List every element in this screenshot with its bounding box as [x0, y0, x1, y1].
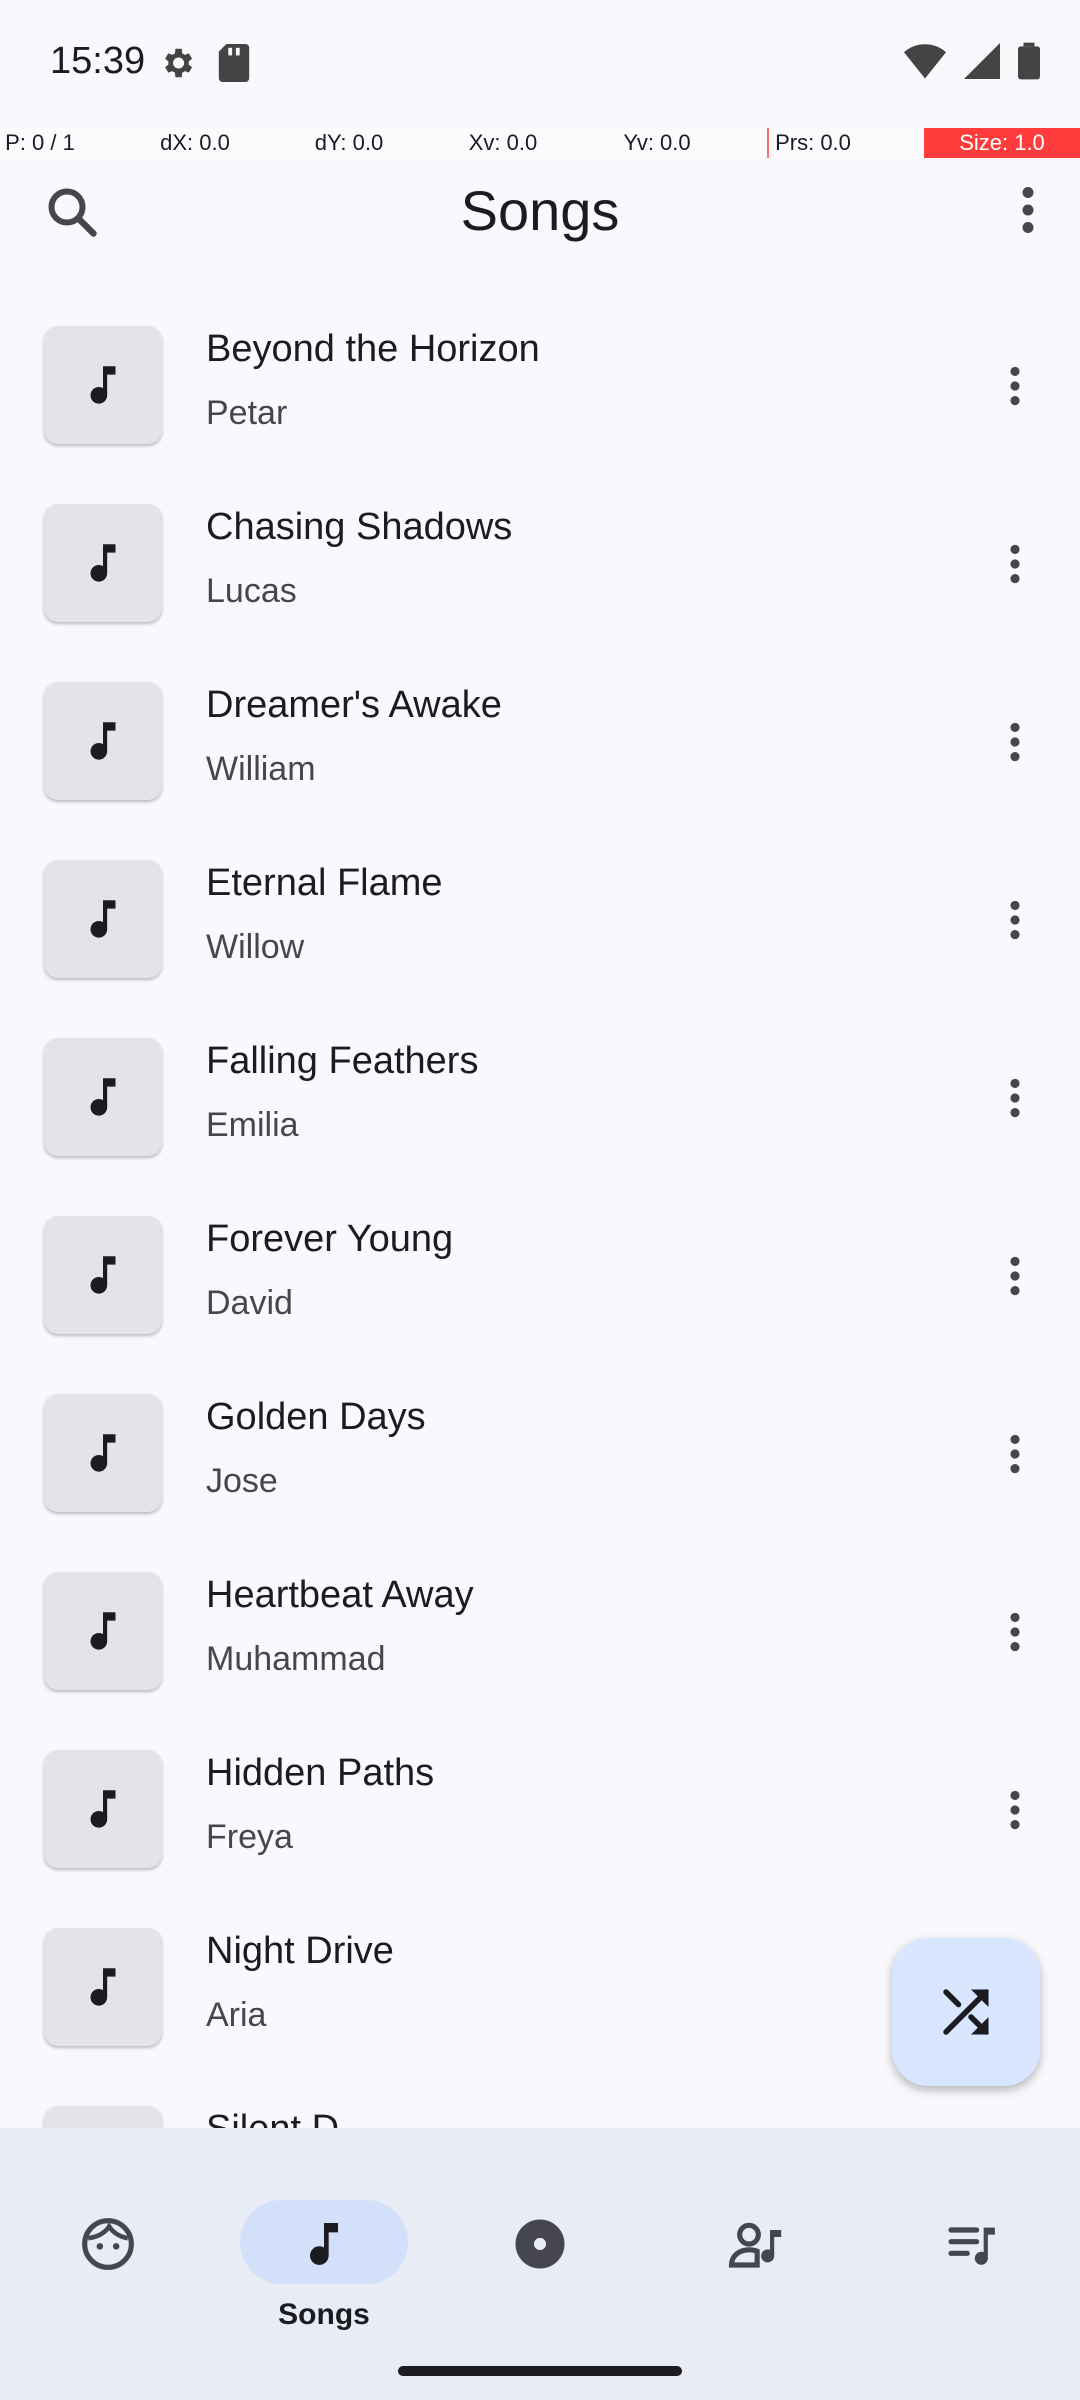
more-vert-icon[interactable] [990, 356, 1040, 416]
song-artist: Muhammad [206, 1640, 386, 1678]
music-note-icon [90, 900, 116, 938]
battery-icon [1018, 42, 1040, 80]
song-artist: David [206, 1284, 293, 1322]
song-list[interactable]: Beyond the Horizon Petar Chasing Shadows Lu… [0, 300, 1080, 2128]
music-note-icon [90, 366, 116, 404]
song-title: Falling Feathers [206, 1040, 479, 1082]
song-artwork [44, 860, 162, 978]
song-title: Beyond the Horizon [206, 328, 540, 370]
shuffle-button[interactable] [892, 1938, 1040, 2086]
debug-yv: Yv: 0.0 [623, 130, 691, 155]
debug-pressure: Prs: 0.0 [775, 130, 851, 155]
top-app-bar: Songs [0, 158, 1080, 266]
nav-item-albums[interactable] [432, 2168, 648, 2328]
song-artwork [44, 504, 162, 622]
album-icon [515, 2219, 565, 2269]
nav-item-songs[interactable]: Songs [216, 2168, 432, 2331]
song-artwork [44, 2106, 162, 2128]
music-note-icon [90, 1078, 116, 1116]
song-artwork [44, 1038, 162, 1156]
song-artist: Lucas [206, 572, 297, 610]
nav-item-playlists[interactable] [864, 2168, 1080, 2328]
music-note-icon [90, 1256, 116, 1294]
settings-gear-icon [165, 48, 193, 78]
sd-card-icon [218, 44, 250, 82]
shuffle-icon [943, 1989, 989, 2035]
song-title: Heartbeat Away [206, 1574, 474, 1616]
song-artist: Freya [206, 1818, 293, 1856]
song-title: Hidden Paths [206, 1752, 435, 1794]
song-title: Eternal Flame [206, 862, 443, 904]
song-row[interactable]: Hidden Paths Freya [0, 1724, 1080, 1902]
song-title: Forever Young [206, 1218, 454, 1260]
music-note-icon [90, 1968, 116, 2006]
song-artwork [44, 682, 162, 800]
bottom-navigation: Songs [0, 2128, 1080, 2400]
more-vert-icon[interactable] [990, 1424, 1040, 1484]
song-artist: Emilia [206, 1106, 299, 1144]
song-row[interactable]: Eternal Flame Willow [0, 834, 1080, 1012]
song-artist: Jose [206, 1462, 278, 1500]
debug-pointer-count: P: 0 / 1 [5, 130, 75, 155]
song-title: Dreamer's Awake [206, 684, 502, 726]
music-note-icon [90, 1434, 116, 1472]
song-artwork [44, 326, 162, 444]
song-artwork [44, 1572, 162, 1690]
debug-dy: dY: 0.0 [314, 130, 384, 155]
music-note-icon [90, 722, 116, 760]
song-row[interactable]: Silent D [0, 2080, 1080, 2128]
music-note-icon [90, 544, 116, 582]
more-vert-icon[interactable] [990, 534, 1040, 594]
song-row[interactable]: Dreamer's Awake William [0, 656, 1080, 834]
music-note-icon [310, 2223, 338, 2265]
song-title: Golden Days [206, 1396, 426, 1438]
nav-item-faces[interactable] [0, 2168, 216, 2328]
song-row[interactable]: Golden Days Jose [0, 1368, 1080, 1546]
song-row[interactable]: Heartbeat Away Muhammad [0, 1546, 1080, 1724]
pointer-location-overlay: P: 0 / 1 dX: 0.0 dY: 0.0 Xv: 0.0 Yv: 0.0… [0, 128, 1080, 158]
song-artwork [44, 1928, 162, 2046]
song-artwork [44, 1750, 162, 1868]
more-vert-icon[interactable] [990, 1602, 1040, 1662]
debug-size: Size: 1.0 [924, 128, 1080, 158]
artist-icon [728, 2222, 782, 2268]
more-vert-icon[interactable] [998, 180, 1058, 240]
status-time: 15:39 [50, 40, 146, 82]
more-vert-icon[interactable] [990, 1246, 1040, 1306]
more-vert-icon[interactable] [990, 1780, 1040, 1840]
page-title: Songs [460, 179, 620, 242]
song-row[interactable]: Falling Feathers Emilia [0, 1012, 1080, 1190]
song-row[interactable]: Beyond the Horizon Petar [0, 300, 1080, 478]
more-vert-icon[interactable] [990, 1068, 1040, 1128]
song-row[interactable]: Chasing Shadows Lucas [0, 478, 1080, 656]
song-title: Silent D [206, 2108, 339, 2128]
cell-signal-icon [964, 43, 1000, 79]
music-note-icon [90, 1790, 116, 1828]
nav-item-artists[interactable] [648, 2168, 864, 2328]
more-vert-icon[interactable] [990, 712, 1040, 772]
home-indicator [398, 2366, 682, 2376]
song-artist: Willow [206, 928, 305, 966]
song-title: Night Drive [206, 1930, 394, 1972]
debug-dx: dX: 0.0 [160, 130, 230, 155]
wifi-icon [904, 44, 946, 79]
playlist-icon [948, 2227, 995, 2265]
music-note-icon [90, 1612, 116, 1650]
face-icon [82, 2218, 134, 2270]
song-artwork [44, 1394, 162, 1512]
song-artist: William [206, 750, 316, 788]
song-artist: Petar [206, 394, 288, 432]
status-bar: 15:39 [0, 0, 1080, 130]
status-icons [904, 42, 1040, 80]
song-artwork [44, 1216, 162, 1334]
song-artist: Aria [206, 1996, 267, 2034]
song-row[interactable]: Forever Young David [0, 1190, 1080, 1368]
song-title: Chasing Shadows [206, 506, 513, 548]
nav-label-songs: Songs [278, 2298, 370, 2331]
debug-xv: Xv: 0.0 [468, 130, 538, 155]
more-vert-icon[interactable] [990, 890, 1040, 950]
